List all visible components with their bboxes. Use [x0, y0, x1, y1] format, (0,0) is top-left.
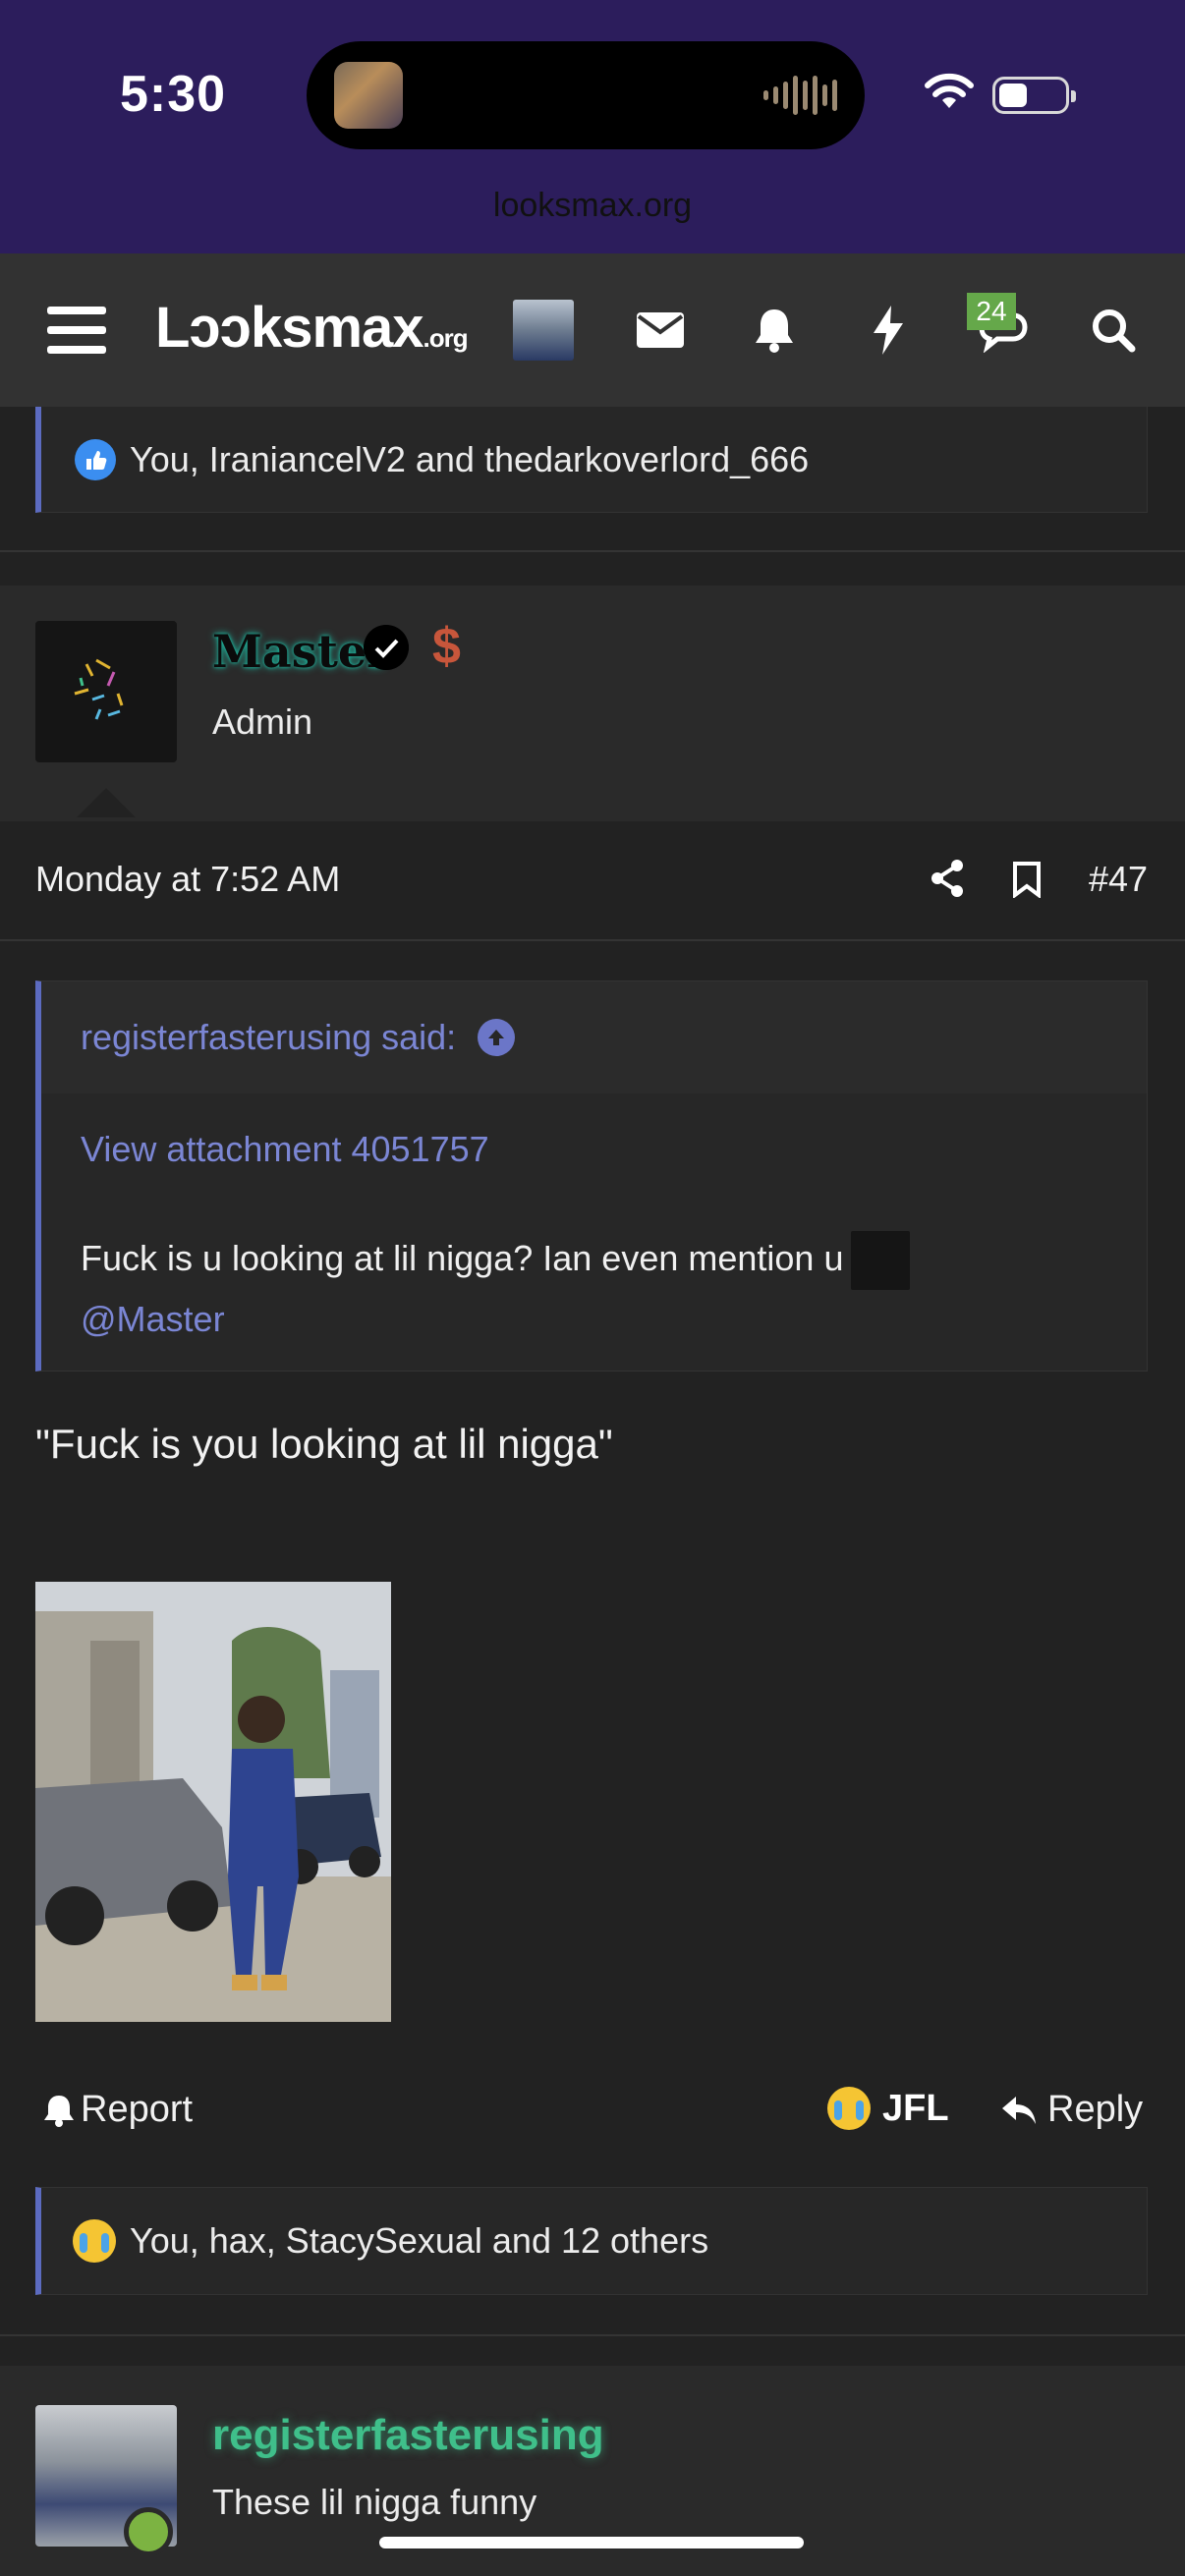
reply-icon — [1002, 2096, 1036, 2124]
battery-icon — [992, 77, 1076, 114]
like-icon — [75, 438, 116, 480]
bell-icon — [44, 2095, 74, 2127]
bookmark-icon[interactable] — [1012, 861, 1042, 898]
post-image[interactable] — [35, 1582, 391, 2022]
author-name[interactable]: registerfasterusing — [212, 2411, 604, 2460]
status-bar: 5:30 looksmax.org — [0, 0, 1185, 253]
arrow-up-icon[interactable] — [478, 1019, 516, 1056]
quote-block: registerfasterusing said: View attachmen… — [35, 980, 1148, 1372]
mention-avatar — [851, 1231, 911, 1291]
now-playing-artwork — [334, 62, 403, 129]
post-divider — [0, 550, 1185, 552]
wifi-icon — [925, 73, 974, 108]
share-icon[interactable] — [930, 859, 965, 898]
audio-wave-icon — [763, 75, 837, 116]
mention-link[interactable]: @Master — [81, 1299, 225, 1339]
chat-icon[interactable] — [977, 253, 1030, 407]
reaction-users: You, hax, StacySexual and 12 others — [130, 2220, 709, 2261]
author-avatar[interactable] — [35, 621, 177, 762]
quote-header[interactable]: registerfasterusing said: — [41, 981, 1147, 1093]
account-avatar[interactable] — [513, 253, 574, 407]
post-author-block: Master $ Admin — [0, 586, 1185, 821]
attachment-link[interactable]: View attachment 4051757 — [81, 1129, 489, 1170]
avatar-pointer — [77, 788, 136, 817]
post-body: "Fuck is you looking at lil nigga" — [35, 1421, 613, 1467]
post-meta-divider — [0, 939, 1185, 941]
dynamic-island[interactable] — [307, 41, 865, 149]
chat-count-badge: 24 — [967, 293, 1016, 330]
quote-text: Fuck is u looking at lil nigga? Ian even… — [81, 1229, 1122, 1349]
post-divider — [0, 2334, 1185, 2336]
verified-icon — [364, 625, 409, 670]
jfl-reaction-button[interactable]: JFL — [827, 2087, 949, 2130]
reply-button[interactable]: Reply — [1000, 2089, 1143, 2131]
report-button[interactable]: Report — [43, 2089, 193, 2131]
crying-laughing-emoji-icon — [827, 2087, 871, 2130]
crying-laughing-emoji-icon — [73, 2219, 116, 2263]
reaction-users: You, IraniancelV2 and thedarkoverlord_66… — [130, 438, 810, 479]
post-number[interactable]: #47 — [1089, 859, 1148, 900]
site-logo[interactable]: Lɔɔksmax.org — [155, 295, 469, 361]
bell-icon[interactable] — [751, 253, 798, 407]
author-title: These lil nigga funny — [212, 2482, 537, 2522]
search-icon[interactable] — [1089, 253, 1138, 407]
post-date[interactable]: Monday at 7:52 AM — [35, 859, 340, 900]
reaction-summary[interactable]: You, IraniancelV2 and thedarkoverlord_66… — [35, 407, 1148, 513]
menu-icon[interactable] — [45, 253, 108, 407]
quote-author[interactable]: registerfasterusing said: — [81, 1017, 456, 1058]
mail-icon[interactable] — [635, 253, 686, 407]
reaction-summary[interactable]: You, hax, StacySexual and 12 others — [35, 2187, 1148, 2295]
address-bar[interactable]: looksmax.org — [0, 187, 1185, 225]
author-role: Admin — [212, 701, 313, 742]
online-status-badge — [124, 2507, 173, 2556]
dollar-badge-icon: $ — [432, 618, 461, 675]
home-indicator[interactable] — [379, 2537, 804, 2548]
clock: 5:30 — [120, 66, 227, 123]
bolt-icon[interactable] — [869, 253, 908, 407]
